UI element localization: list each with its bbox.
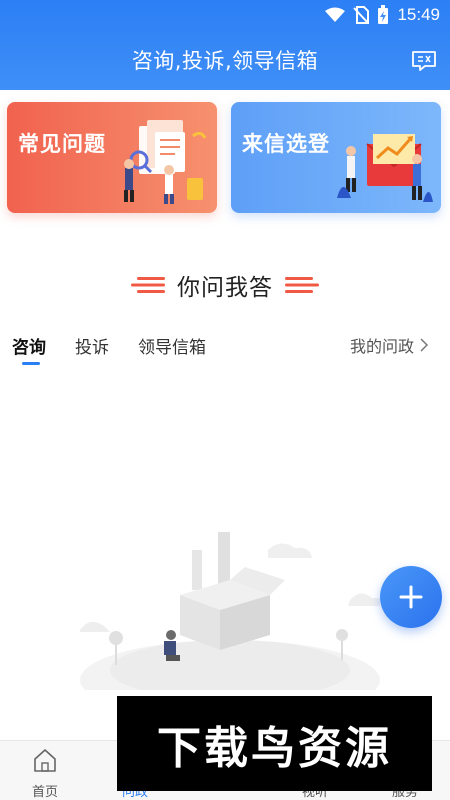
app-header: 15:49 咨询,投诉,领导信箱 <box>0 0 450 90</box>
nav-home-label: 首页 <box>31 785 58 800</box>
page-title: 咨询,投诉,领导信箱 <box>131 49 319 73</box>
active-tab-indicator <box>22 362 40 365</box>
documents-illustration-icon <box>124 120 207 204</box>
watermark-banner: 下载鸟资源 <box>117 696 432 791</box>
plus-icon <box>399 585 423 609</box>
tab-leader-mailbox[interactable]: 领导信箱 <box>138 333 206 358</box>
tab-bar: 咨询 投诉 领导信箱 我的问政 <box>0 333 450 373</box>
watermark-text: 下载鸟资源 <box>157 722 392 774</box>
tab-complaint[interactable]: 投诉 <box>75 333 109 358</box>
battery-icon <box>378 5 389 24</box>
chat-bubble-icon[interactable] <box>411 50 437 72</box>
status-bar: 15:49 <box>0 0 450 32</box>
right-stripes-icon <box>285 277 319 293</box>
empty-state-illustration <box>80 532 380 690</box>
no-sim-icon <box>353 6 370 24</box>
section-heading: 你问我答 <box>0 268 450 302</box>
home-icon <box>34 749 56 772</box>
faq-card-label: 常见问题 <box>18 132 106 156</box>
section-title: 你问我答 <box>177 275 273 301</box>
my-questions-label: 我的问政 <box>349 337 414 356</box>
status-icons: 15:49 <box>325 5 440 25</box>
envelope-illustration-icon <box>337 134 433 202</box>
chevron-right-icon <box>420 338 428 352</box>
letters-card-label: 来信选登 <box>242 132 330 156</box>
faq-card[interactable]: 常见问题 <box>7 102 217 213</box>
status-time: 15:49 <box>397 5 440 24</box>
my-questions-link[interactable]: 我的问政 <box>350 333 428 357</box>
left-stripes-icon <box>131 277 165 293</box>
add-question-button[interactable] <box>380 566 442 628</box>
wifi-icon <box>325 7 346 22</box>
nav-home[interactable]: 首页 <box>0 741 90 800</box>
letters-card[interactable]: 来信选登 <box>231 102 441 213</box>
tab-consult[interactable]: 咨询 <box>12 333 46 358</box>
